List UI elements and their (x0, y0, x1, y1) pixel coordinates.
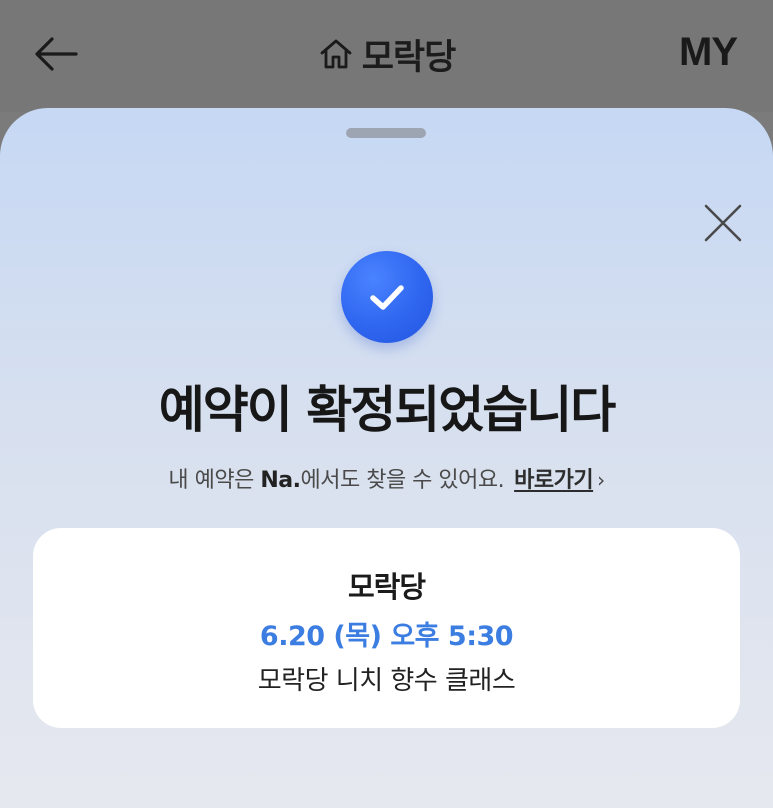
page-title-group: 모락당 (0, 28, 773, 80)
close-icon (704, 204, 742, 242)
success-badge (341, 251, 433, 343)
page-title: 모락당 (361, 37, 457, 78)
sheet-drag-handle[interactable] (346, 128, 426, 138)
reservation-card: 모락당 6.20 (목) 오후 5:30 모락당 니치 향수 클래스 (33, 528, 740, 728)
class-name: 모락당 니치 향수 클래스 (257, 666, 516, 696)
chevron-right-icon[interactable]: › (597, 468, 605, 492)
confirmation-heading: 예약이 확정되었습니다 (158, 381, 616, 439)
confirmation-subtext: 내 예약은 Na.에서도 찾을 수 있어요. 바로가기 › (0, 462, 773, 494)
check-icon (370, 285, 404, 310)
goto-link[interactable]: 바로가기 (514, 468, 593, 493)
subtext-prefix: 내 예약은 (168, 468, 261, 493)
top-app-bar: 모락당 MY (0, 0, 773, 112)
my-page-button[interactable]: MY (679, 30, 738, 75)
brand-name: Na. (260, 468, 301, 493)
home-icon (320, 39, 352, 69)
reservation-datetime: 6.20 (목) 오후 5:30 (259, 621, 514, 652)
close-button[interactable] (700, 200, 746, 246)
subtext-suffix: 에서도 찾을 수 있어요. (300, 468, 505, 493)
shop-name: 모락당 (347, 570, 426, 604)
reservation-confirmed-sheet: 예약이 확정되었습니다 내 예약은 Na.에서도 찾을 수 있어요. 바로가기 › … (0, 108, 773, 808)
